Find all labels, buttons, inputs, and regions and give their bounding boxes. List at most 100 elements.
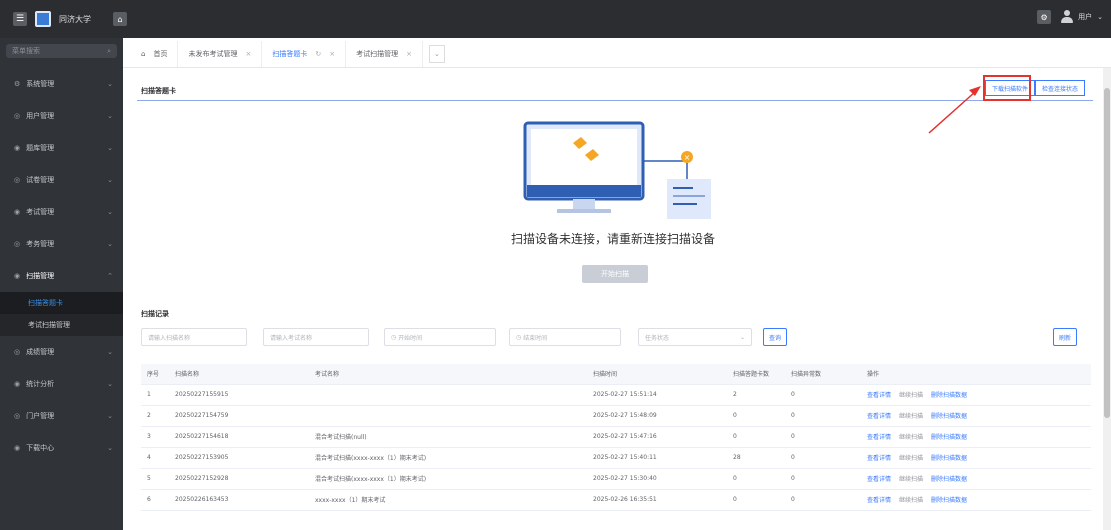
search-button[interactable]: 查询 bbox=[763, 328, 787, 346]
col-exam-name: 考试名称 bbox=[309, 364, 587, 385]
cell-no: 4 bbox=[141, 447, 169, 469]
scanner-disconnected-message: 扫描设备未连接，请重新连接扫描设备 bbox=[510, 232, 715, 246]
view-detail-link[interactable]: 查看详情 bbox=[867, 476, 891, 483]
view-detail-link[interactable]: 查看详情 bbox=[867, 497, 891, 504]
sidebar-search-input[interactable]: 菜单搜索 ⌕ bbox=[6, 44, 117, 58]
sidebar-item-users[interactable]: ◎ 用户管理 ⌄ bbox=[0, 100, 123, 132]
sidebar-item-label: 扫描管理 bbox=[26, 272, 55, 280]
start-time-placeholder: 开始时间 bbox=[398, 334, 423, 342]
view-detail-link[interactable]: 查看详情 bbox=[867, 434, 891, 441]
question-bank-icon: ◉ bbox=[14, 144, 21, 152]
scores-icon: ◎ bbox=[14, 348, 21, 356]
cell-scan-time: 2025-02-27 15:48:09 bbox=[587, 405, 727, 427]
sidebar-item-label: 成绩管理 bbox=[26, 348, 55, 356]
cell-actions: 查看详情 继续扫描 删除扫描数据 bbox=[861, 468, 1091, 490]
cell-abnormal-count: 0 bbox=[785, 468, 861, 490]
chevron-down-icon[interactable]: ⌄ bbox=[428, 45, 445, 63]
continue-scan-link[interactable]: 继续扫描 bbox=[899, 497, 923, 504]
sidebar-item-label: 统计分析 bbox=[26, 380, 55, 388]
sidebar-item-system[interactable]: ⚙ 系统管理 ⌄ bbox=[0, 68, 123, 100]
cell-no: 6 bbox=[141, 489, 169, 511]
sidebar-item-question-bank[interactable]: ◉ 题库管理 ⌄ bbox=[0, 132, 123, 164]
tab-label: 未发布考试管理 bbox=[188, 50, 238, 58]
close-icon[interactable]: × bbox=[329, 50, 335, 58]
tab-scan-card[interactable]: 扫描答题卡 ↻ × bbox=[262, 41, 347, 67]
tab-exam-scan[interactable]: 考试扫描管理 × bbox=[346, 41, 423, 67]
table-row: 6 20250226163453 xxxx-xxxx（1）期末考试 2025-0… bbox=[141, 489, 1091, 511]
sidebar-item-exams[interactable]: ◉ 考试管理 ⌄ bbox=[0, 196, 123, 228]
menu-toggle-icon[interactable]: ☰ bbox=[13, 12, 27, 26]
sidebar-subitem-scan-card[interactable]: 扫描答题卡 bbox=[0, 292, 123, 314]
cell-card-count: 0 bbox=[727, 468, 785, 490]
continue-scan-link[interactable]: 继续扫描 bbox=[899, 392, 923, 399]
sidebar-item-scores[interactable]: ◎ 成绩管理 ⌄ bbox=[0, 336, 123, 368]
exam-name-input[interactable]: 请输入考试名称 bbox=[263, 328, 369, 346]
cell-abnormal-count: 0 bbox=[785, 489, 861, 511]
view-detail-link[interactable]: 查看详情 bbox=[867, 392, 891, 399]
table-header-row: 序号 扫描名称 考试名称 扫描时间 扫描答题卡数 扫描异常数 操作 bbox=[141, 364, 1091, 385]
cell-scan-time: 2025-02-27 15:51:14 bbox=[587, 384, 727, 406]
view-detail-link[interactable]: 查看详情 bbox=[867, 413, 891, 420]
sidebar-subitem-exam-scan[interactable]: 考试扫描管理 bbox=[0, 314, 123, 336]
chevron-down-icon: ⌄ bbox=[107, 144, 113, 152]
view-detail-link[interactable]: 查看详情 bbox=[867, 455, 891, 462]
continue-scan-link[interactable]: 继续扫描 bbox=[899, 455, 923, 462]
clock-icon: ◷ bbox=[516, 333, 524, 341]
sidebar-item-papers[interactable]: ◎ 试卷管理 ⌄ bbox=[0, 164, 123, 196]
close-icon[interactable]: × bbox=[406, 50, 412, 58]
chevron-down-icon: ⌄ bbox=[107, 208, 113, 216]
task-status-select[interactable]: 任务状态 ⌄ bbox=[638, 328, 752, 346]
sidebar-item-downloads[interactable]: ◉ 下载中心 ⌄ bbox=[0, 432, 123, 464]
delete-scan-data-link[interactable]: 删除扫描数据 bbox=[931, 392, 967, 399]
papers-icon: ◎ bbox=[14, 176, 21, 184]
cell-no: 3 bbox=[141, 426, 169, 448]
cell-scan-name: 20250226163453 bbox=[169, 489, 309, 511]
end-time-picker[interactable]: ◷ 结束时间 bbox=[509, 328, 621, 346]
delete-scan-data-link[interactable]: 删除扫描数据 bbox=[931, 455, 967, 462]
delete-scan-data-link[interactable]: 删除扫描数据 bbox=[931, 413, 967, 420]
settings-gear-icon[interactable]: ⚙ bbox=[1037, 10, 1052, 24]
start-time-picker[interactable]: ◷ 开始时间 bbox=[384, 328, 496, 346]
page-scrollbar[interactable] bbox=[1103, 68, 1111, 530]
sidebar-item-label: 用户管理 bbox=[26, 112, 55, 120]
sidebar-item-statistics[interactable]: ◉ 统计分析 ⌄ bbox=[0, 368, 123, 400]
table-row: 2 20250227154759 2025-02-27 15:48:09 0 0… bbox=[141, 405, 1091, 427]
cell-card-count: 0 bbox=[727, 405, 785, 427]
cell-card-count: 0 bbox=[727, 489, 785, 511]
close-icon[interactable]: × bbox=[245, 50, 251, 58]
scrollbar-thumb[interactable] bbox=[1104, 88, 1110, 418]
home-icon[interactable]: ⌂ bbox=[113, 12, 127, 26]
refresh-button[interactable]: 刷新 bbox=[1053, 328, 1077, 346]
scan-records-title: 扫描记录 bbox=[141, 310, 169, 318]
sidebar-item-label: 考务管理 bbox=[26, 240, 55, 248]
delete-scan-data-link[interactable]: 删除扫描数据 bbox=[931, 497, 967, 504]
sidebar-search-placeholder: 菜单搜索 bbox=[12, 47, 40, 55]
username: 用户 bbox=[1078, 13, 1093, 21]
tab-home[interactable]: ⌂ 首页 bbox=[131, 41, 179, 67]
exams-icon: ◉ bbox=[14, 208, 21, 216]
sidebar-item-label: 下载中心 bbox=[26, 444, 55, 452]
continue-scan-link[interactable]: 继续扫描 bbox=[899, 434, 923, 441]
cell-abnormal-count: 0 bbox=[785, 426, 861, 448]
sidebar-item-exam-affairs[interactable]: ◎ 考务管理 ⌄ bbox=[0, 228, 123, 260]
scan-name-input[interactable]: 请输入扫描名称 bbox=[141, 328, 247, 346]
tab-unpublished-exams[interactable]: 未发布考试管理 × bbox=[178, 41, 263, 67]
continue-scan-link[interactable]: 继续扫描 bbox=[899, 476, 923, 483]
sidebar-item-scan[interactable]: ◉ 扫描管理 ⌃ bbox=[0, 260, 123, 292]
chevron-down-icon: ⌄ bbox=[1097, 13, 1103, 21]
delete-scan-data-link[interactable]: 删除扫描数据 bbox=[931, 434, 967, 441]
sidebar-item-portal[interactable]: ◎ 门户管理 ⌄ bbox=[0, 400, 123, 432]
downloads-icon: ◉ bbox=[14, 444, 21, 452]
continue-scan-link[interactable]: 继续扫描 bbox=[899, 413, 923, 420]
scan-icon: ◉ bbox=[14, 272, 21, 280]
cell-scan-name: 20250227154618 bbox=[169, 426, 309, 448]
cell-scan-name: 20250227155915 bbox=[169, 384, 309, 406]
start-scan-button[interactable]: 开始扫描 bbox=[582, 265, 648, 283]
user-menu[interactable]: 用户 ⌄ bbox=[1061, 10, 1103, 24]
chevron-down-icon: ⌄ bbox=[107, 112, 113, 120]
cell-scan-name: 20250227152928 bbox=[169, 468, 309, 490]
top-bar: ☰ 同济大学 ⌂ ⚙ 用户 ⌄ bbox=[0, 0, 1111, 38]
status-placeholder: 任务状态 bbox=[645, 334, 670, 342]
delete-scan-data-link[interactable]: 删除扫描数据 bbox=[931, 476, 967, 483]
refresh-icon[interactable]: ↻ bbox=[315, 50, 321, 58]
